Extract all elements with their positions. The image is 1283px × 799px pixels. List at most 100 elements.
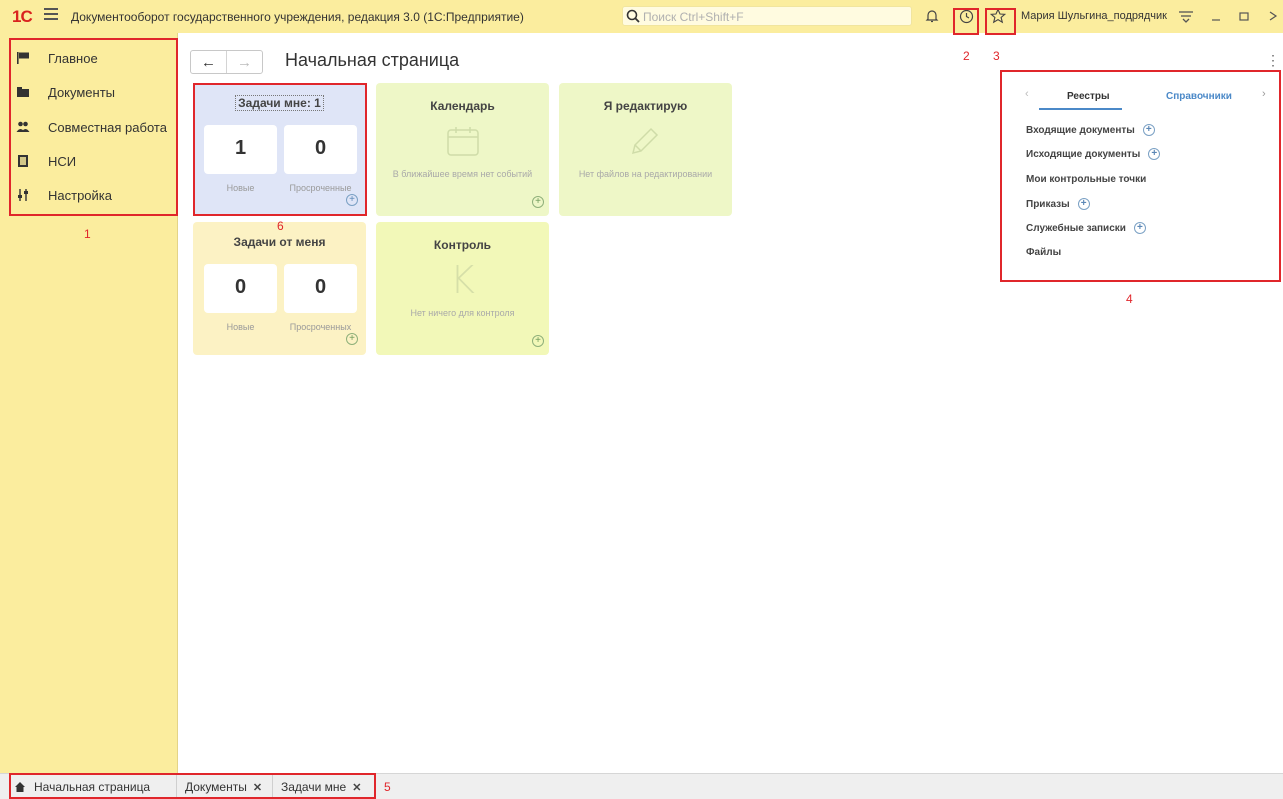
- register-item-memos[interactable]: Служебные записки +: [1026, 222, 1146, 234]
- home-icon: [15, 782, 25, 792]
- annotation-label-2: 2: [963, 49, 970, 63]
- register-item-checkpoints[interactable]: Мои контрольные точки: [1026, 174, 1146, 185]
- overdue-tasks-counter[interactable]: 0: [284, 125, 357, 174]
- search-placeholder: Поиск Ctrl+Shift+F: [643, 10, 744, 24]
- tab-home[interactable]: Начальная страница: [14, 779, 150, 795]
- add-memo-icon[interactable]: +: [1133, 222, 1146, 234]
- annotation-label-6: 6: [277, 219, 284, 233]
- editing-empty-text: Нет файлов на редактировании: [578, 169, 713, 179]
- control-title: Контроль: [433, 238, 492, 252]
- annotation-label-5: 5: [384, 780, 391, 794]
- close-tab-icon[interactable]: ✕: [253, 781, 262, 794]
- forward-arrow-icon[interactable]: →: [227, 51, 262, 73]
- tile-calendar[interactable]: Календарь В ближайшее время нет событий …: [376, 83, 549, 216]
- sidebar-item-collaboration[interactable]: Совместная работа: [16, 117, 167, 137]
- app-title: Документооборот государственного учрежде…: [71, 10, 524, 24]
- add-control-icon[interactable]: +: [532, 335, 544, 347]
- folder-icon: [16, 85, 30, 99]
- tab-label: Документы: [185, 780, 247, 794]
- search-input[interactable]: Поиск Ctrl+Shift+F: [622, 6, 912, 26]
- register-item-outgoing[interactable]: Исходящие документы +: [1026, 148, 1161, 160]
- tab-documents[interactable]: Документы ✕: [185, 779, 262, 795]
- tab-label: Задачи мне: [281, 780, 347, 794]
- control-letter-icon: K: [450, 258, 475, 302]
- title-bar: 1С Документооборот государственного учре…: [0, 0, 1283, 33]
- add-incoming-icon[interactable]: +: [1142, 124, 1155, 136]
- sidebar-item-nsi[interactable]: НСИ: [16, 151, 76, 171]
- add-event-icon[interactable]: +: [532, 196, 544, 208]
- tab-tasks-to-me[interactable]: Задачи мне ✕: [281, 779, 361, 795]
- sidebar: [0, 33, 178, 773]
- sidebar-item-documents[interactable]: Документы: [16, 82, 115, 102]
- annotation-label-3: 3: [993, 49, 1000, 63]
- new-tasks-counter[interactable]: 1: [204, 125, 277, 174]
- tasks-from-me-title: Задачи от меня: [233, 235, 326, 249]
- favorites-star-icon[interactable]: [988, 6, 1008, 26]
- page-title: Начальная страница: [285, 50, 460, 70]
- book-icon: [16, 154, 30, 168]
- tile-editing[interactable]: Я редактирую Нет файлов на редактировани…: [559, 83, 732, 216]
- tasks-to-me-title[interactable]: Задачи мне: 1: [235, 95, 324, 111]
- user-name[interactable]: Мария Шульгина_подрядчик: [1021, 10, 1167, 22]
- sidebar-item-label: НСИ: [48, 153, 77, 169]
- annotation-label-1: 1: [84, 227, 91, 241]
- calendar-title: Календарь: [430, 99, 495, 113]
- app-logo[interactable]: 1С: [12, 7, 33, 27]
- sidebar-item-label: Документы: [48, 84, 116, 100]
- chevron-left-icon[interactable]: ‹: [1025, 88, 1029, 100]
- register-item-incoming[interactable]: Входящие документы +: [1026, 124, 1155, 136]
- active-tab-underline: [1039, 108, 1122, 110]
- add-task-from-me-icon[interactable]: +: [346, 333, 358, 345]
- search-icon: [626, 9, 640, 23]
- tab-registers[interactable]: Реестры: [1067, 91, 1110, 102]
- back-arrow-icon[interactable]: ←: [191, 51, 227, 73]
- tile-tasks-from-me[interactable]: Задачи от меня 0 0 Новые Просроченных +: [193, 222, 366, 355]
- history-nav: ← →: [190, 50, 263, 74]
- sidebar-item-settings[interactable]: Настройка: [16, 185, 112, 205]
- history-icon[interactable]: [956, 6, 976, 26]
- register-item-label[interactable]: Исходящие документы: [1026, 149, 1140, 160]
- sidebar-item-main[interactable]: Главное: [16, 48, 98, 68]
- bell-icon[interactable]: [922, 6, 942, 26]
- chevron-right-icon[interactable]: ›: [1262, 88, 1266, 100]
- register-item-label[interactable]: Входящие документы: [1026, 125, 1135, 136]
- add-outgoing-icon[interactable]: +: [1148, 148, 1161, 160]
- new-tasks-from-me-counter[interactable]: 0: [204, 264, 277, 313]
- tab-separator: [272, 775, 273, 797]
- overdue-label: Просроченные: [289, 183, 352, 193]
- more-options-icon[interactable]: ⋮: [1266, 52, 1280, 69]
- tab-directories[interactable]: Справочники: [1166, 91, 1232, 102]
- tile-title[interactable]: Задачи мне: 1: [193, 95, 366, 111]
- overdue-tasks-from-me-counter[interactable]: 0: [284, 264, 357, 313]
- add-task-icon[interactable]: +: [346, 194, 358, 206]
- overdue-label: Просроченных: [289, 322, 352, 332]
- tab-label: Начальная страница: [34, 780, 151, 794]
- pencil-icon: [631, 127, 659, 155]
- control-empty-text: Нет ничего для контроля: [410, 308, 515, 318]
- new-label: Новые: [226, 183, 255, 193]
- new-label: Новые: [226, 322, 255, 332]
- close-icon[interactable]: [1264, 6, 1282, 26]
- minimize-icon[interactable]: [1206, 6, 1226, 26]
- maximize-icon[interactable]: [1234, 6, 1254, 26]
- tab-separator: [176, 775, 177, 797]
- register-item-label[interactable]: Служебные записки: [1026, 223, 1126, 234]
- people-icon: [16, 120, 30, 134]
- register-item-files[interactable]: Файлы: [1026, 247, 1061, 258]
- register-item-label[interactable]: Мои контрольные точки: [1026, 174, 1146, 185]
- close-tab-icon[interactable]: ✕: [352, 781, 361, 794]
- editing-title: Я редактирую: [603, 99, 688, 113]
- sliders-icon: [16, 188, 30, 202]
- settings-menu-icon[interactable]: [1176, 6, 1196, 26]
- sidebar-item-label: Совместная работа: [48, 119, 167, 135]
- menu-icon[interactable]: [44, 8, 58, 22]
- tile-control[interactable]: Контроль K Нет ничего для контроля +: [376, 222, 549, 355]
- register-item-label[interactable]: Файлы: [1026, 247, 1061, 258]
- sidebar-item-label: Главное: [48, 50, 98, 66]
- sidebar-item-label: Настройка: [48, 187, 112, 203]
- register-item-label[interactable]: Приказы: [1026, 199, 1070, 210]
- annotation-label-4: 4: [1126, 292, 1133, 306]
- register-item-orders[interactable]: Приказы +: [1026, 198, 1090, 210]
- tile-tasks-to-me[interactable]: Задачи мне: 1 1 0 Новые Просроченные +: [193, 83, 366, 216]
- add-order-icon[interactable]: +: [1077, 198, 1090, 210]
